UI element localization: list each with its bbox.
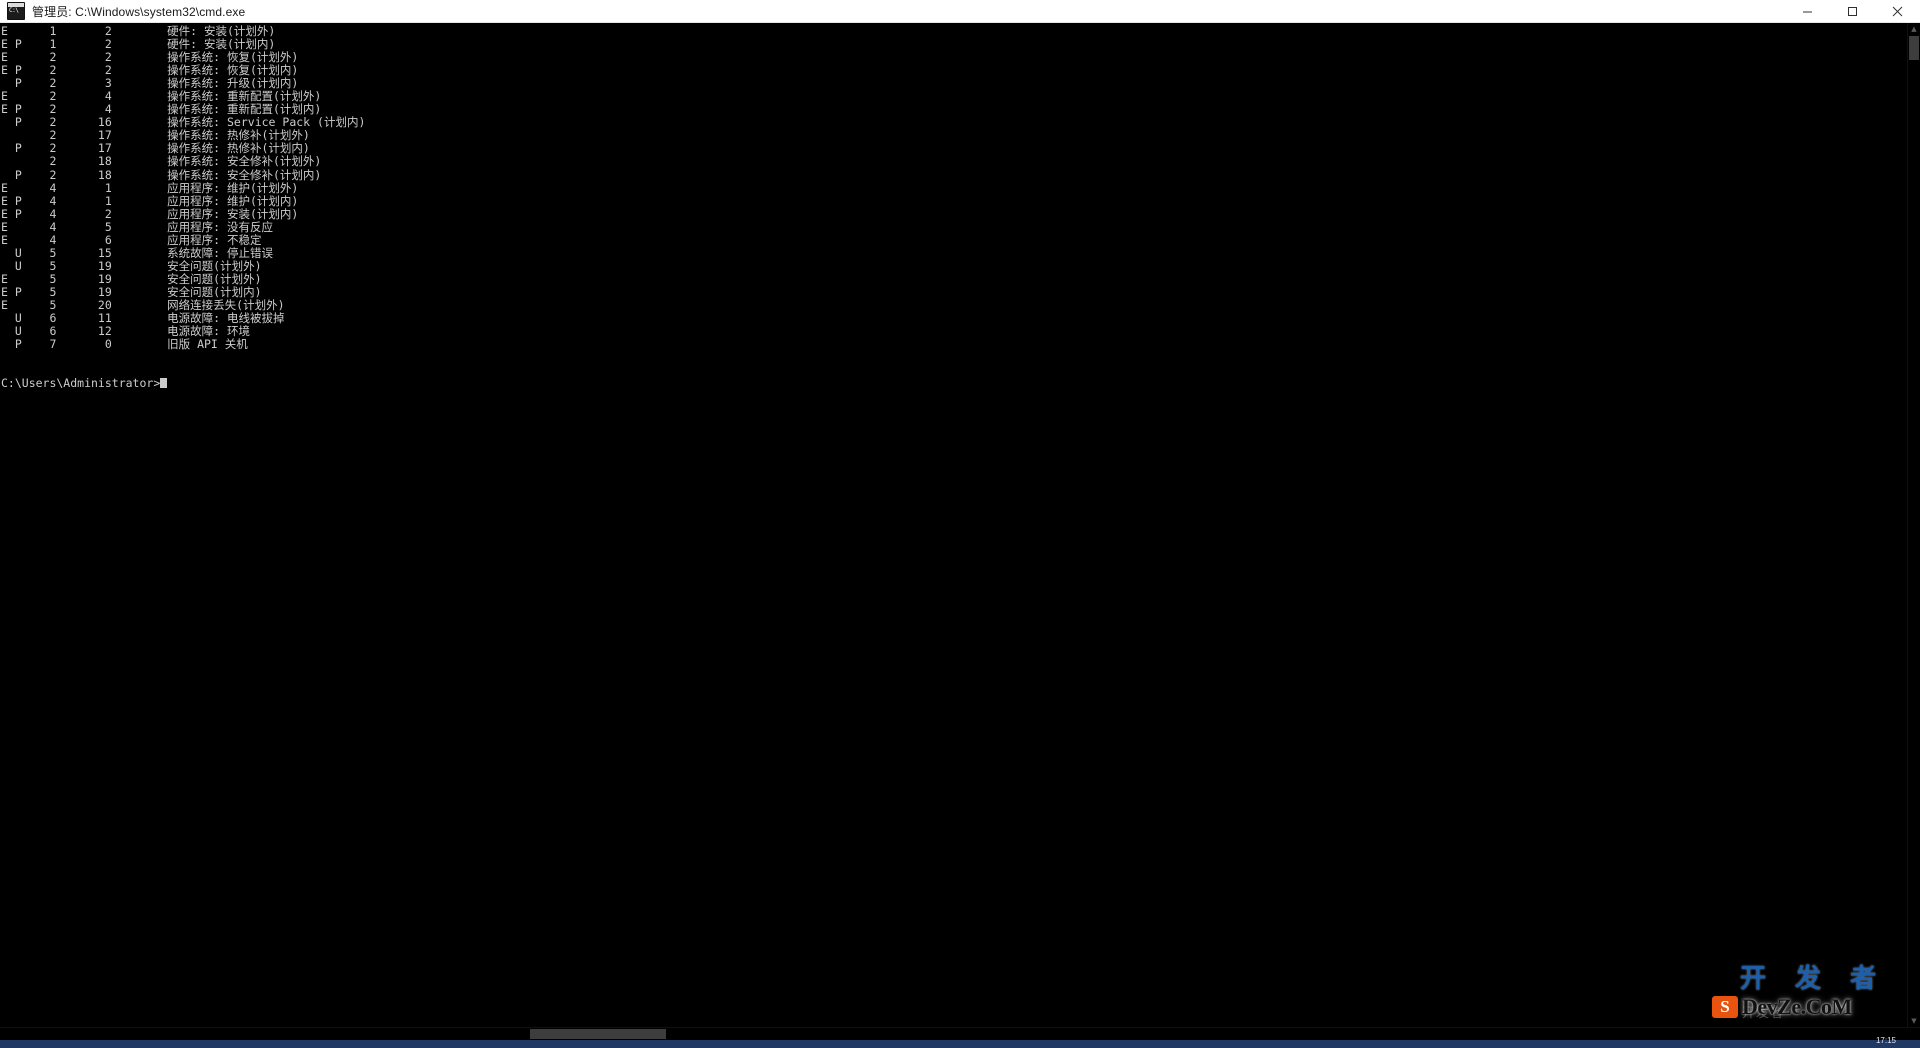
- window-titlebar[interactable]: C:\ 管理员: C:\Windows\system32\cmd.exe: [0, 0, 1920, 23]
- console-row: U 6 12 电源故障: 环境: [1, 324, 251, 339]
- horizontal-scrollbar[interactable]: [0, 1027, 1920, 1040]
- console-row: E 4 5 应用程序: 没有反应: [1, 219, 274, 234]
- cmd-icon-glyph: C:\: [9, 7, 19, 14]
- console-row: U 5 19 安全问题(计划外): [1, 258, 262, 273]
- console-row: U 5 15 系统故障: 停止错误: [1, 245, 274, 260]
- console-row: E 4 1 应用程序: 维护(计划外): [1, 180, 299, 195]
- console-window: C:\ 管理员: C:\Windows\system32\cmd.exe E 1…: [0, 0, 1920, 1040]
- console-row: P 2 18 操作系统: 安全修补(计划内): [1, 167, 322, 182]
- console-prompt-line[interactable]: C:\Users\Administrator>: [1, 377, 1907, 390]
- console-row: E 4 6 应用程序: 不稳定: [1, 232, 262, 247]
- console-output[interactable]: E 1 2 硬件: 安装(计划外) E P 1 2 硬件: 安装(计划内) E 2 …: [0, 23, 1907, 1027]
- scroll-down-arrow-icon[interactable]: ▼: [1908, 1015, 1920, 1027]
- taskbar[interactable]: 17:15: [0, 1036, 1920, 1048]
- close-button[interactable]: [1875, 0, 1920, 22]
- vertical-scrollbar[interactable]: ▲ ▼: [1907, 23, 1920, 1027]
- console-row: E 5 20 网络连接丢失(计划外): [1, 297, 285, 312]
- console-row: E P 4 2 应用程序: 安装(计划内): [1, 206, 299, 221]
- close-icon: [1892, 6, 1903, 16]
- cmd-icon: C:\: [7, 2, 25, 20]
- minimize-icon: [1803, 11, 1812, 12]
- desktop: C:\ 管理员: C:\Windows\system32\cmd.exe E 1…: [0, 0, 1920, 1048]
- console-row: U 6 11 电源故障: 电线被拔掉: [1, 311, 285, 326]
- console-row: E P 5 19 安全问题(计划内): [1, 284, 262, 299]
- console-cursor: [160, 378, 168, 389]
- console-row: E P 4 1 应用程序: 维护(计划内): [1, 193, 299, 208]
- maximize-button[interactable]: [1830, 0, 1875, 22]
- console-row: E 5 19 安全问题(计划外): [1, 271, 262, 286]
- horizontal-scroll-thumb[interactable]: [530, 1029, 666, 1039]
- window-title: 管理员: C:\Windows\system32\cmd.exe: [32, 4, 246, 19]
- minimize-button[interactable]: [1785, 0, 1830, 22]
- console-row: P 7 0 旧版 API 关机: [1, 337, 248, 352]
- vertical-scroll-thumb[interactable]: [1909, 36, 1919, 60]
- console-prompt-text: C:\Users\Administrator>: [1, 376, 161, 391]
- taskbar-clock: 17:15: [1875, 1036, 1896, 1045]
- console-row: 2 18 操作系统: 安全修补(计划外): [1, 154, 322, 169]
- maximize-icon: [1848, 6, 1857, 16]
- console-row: E 1 2 硬件: 安装(计划外): [1, 24, 276, 38]
- scroll-up-arrow-icon[interactable]: ▲: [1908, 23, 1920, 35]
- console-body: E 1 2 硬件: 安装(计划外) E P 1 2 硬件: 安装(计划内) E 2 …: [0, 23, 1920, 1027]
